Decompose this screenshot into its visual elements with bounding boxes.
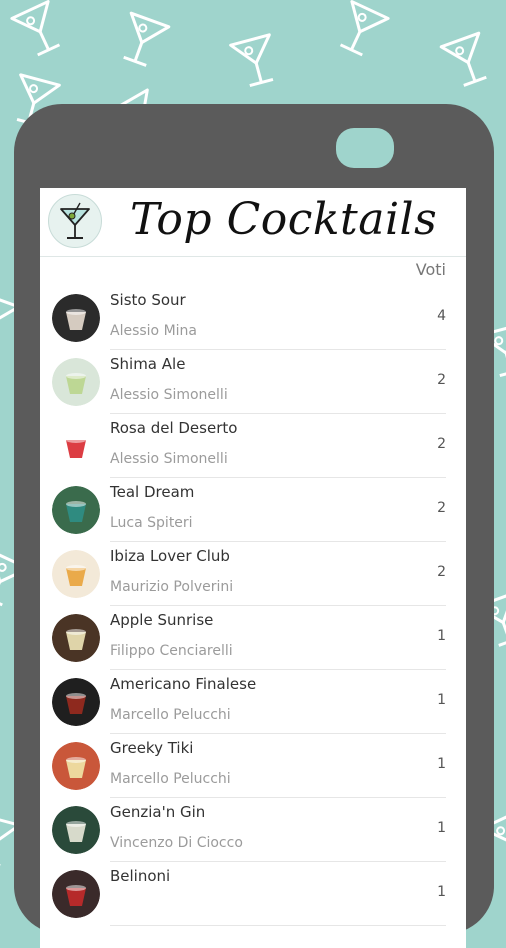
martini-glass-icon [116, 13, 169, 68]
cocktail-list-item[interactable]: Sisto Sour Alessio Mina 4 [40, 286, 466, 350]
cocktail-thumbnail [52, 870, 100, 918]
cocktail-author: Marcello Pelucchi [110, 771, 231, 787]
page-title: Top Cocktails [130, 188, 437, 256]
cocktail-thumbnail [52, 294, 100, 342]
cocktail-author: Alessio Simonelli [110, 387, 228, 403]
cocktail-name: Rosa del Deserto [110, 419, 237, 437]
cocktail-thumbnail [52, 614, 100, 662]
cocktail-thumbnail [52, 358, 100, 406]
cocktail-votes: 1 [437, 884, 446, 900]
cocktail-thumbnail [52, 678, 100, 726]
cocktail-name: Teal Dream [110, 483, 194, 501]
cocktail-votes: 2 [437, 564, 446, 580]
cocktail-thumbnail [52, 486, 100, 534]
cocktail-votes: 2 [437, 436, 446, 452]
cocktail-list: Sisto Sour Alessio Mina 4 Shima Ale Alessio … [40, 286, 466, 926]
cocktail-list-item[interactable]: Greeky Tiki Marcello Pelucchi 1 [40, 734, 466, 798]
cocktail-author: Marcello Pelucchi [110, 707, 231, 723]
cocktail-votes: 1 [437, 820, 446, 836]
app-screen: Top Cocktails Voti Sisto Sour Alessio Min… [40, 188, 466, 948]
martini-glass-icon [333, 2, 388, 59]
row-divider [110, 925, 446, 926]
cocktail-votes: 1 [437, 692, 446, 708]
cocktail-name: Ibiza Lover Club [110, 547, 230, 565]
cocktail-name: Shima Ale [110, 355, 185, 373]
cocktail-author: Filippo Cenciarelli [110, 643, 233, 659]
cocktail-name: Greeky Tiki [110, 739, 193, 757]
cocktail-name: Apple Sunrise [110, 611, 213, 629]
cocktail-glass-icon [48, 194, 102, 248]
cocktail-thumbnail [52, 742, 100, 790]
cocktail-author: Luca Spiteri [110, 515, 193, 531]
cocktail-author: Vincenzo Di Ciocco [110, 835, 243, 851]
cocktail-list-item[interactable]: Teal Dream Luca Spiteri 2 [40, 478, 466, 542]
cocktail-votes: 1 [437, 628, 446, 644]
cocktail-name: Belinoni [110, 867, 170, 885]
votes-column-header: Voti [416, 260, 446, 279]
cocktail-list-item[interactable]: Apple Sunrise Filippo Cenciarelli 1 [40, 606, 466, 670]
cocktail-name: Genzia'n Gin [110, 803, 205, 821]
cocktail-thumbnail [52, 422, 100, 470]
cocktail-votes: 1 [437, 756, 446, 772]
cocktail-list-item[interactable]: Belinoni 1 [40, 862, 466, 926]
martini-glass-icon [231, 35, 281, 88]
martini-glass-icon [12, 2, 67, 59]
phone-frame: Top Cocktails Voti Sisto Sour Alessio Min… [14, 104, 494, 934]
cocktail-author: Alessio Simonelli [110, 451, 228, 467]
cocktail-name: Americano Finalese [110, 675, 256, 693]
cocktail-list-item[interactable]: Shima Ale Alessio Simonelli 2 [40, 350, 466, 414]
cocktail-votes: 2 [437, 372, 446, 388]
cocktail-list-item[interactable]: Ibiza Lover Club Maurizio Polverini 2 [40, 542, 466, 606]
martini-glass-icon [441, 33, 494, 88]
cocktail-list-item[interactable]: Americano Finalese Marcello Pelucchi 1 [40, 670, 466, 734]
cocktail-thumbnail [52, 550, 100, 598]
cocktail-author: Maurizio Polverini [110, 579, 233, 595]
cocktail-list-item[interactable]: Genzia'n Gin Vincenzo Di Ciocco 1 [40, 798, 466, 862]
cocktail-thumbnail [52, 806, 100, 854]
cocktail-list-item[interactable]: Rosa del Deserto Alessio Simonelli 2 [40, 414, 466, 478]
cocktail-author: Alessio Mina [110, 323, 197, 339]
cocktail-votes: 2 [437, 500, 446, 516]
cocktail-votes: 4 [437, 308, 446, 324]
cocktail-name: Sisto Sour [110, 291, 186, 309]
phone-earpiece [336, 128, 394, 168]
app-header: Top Cocktails [40, 188, 466, 257]
